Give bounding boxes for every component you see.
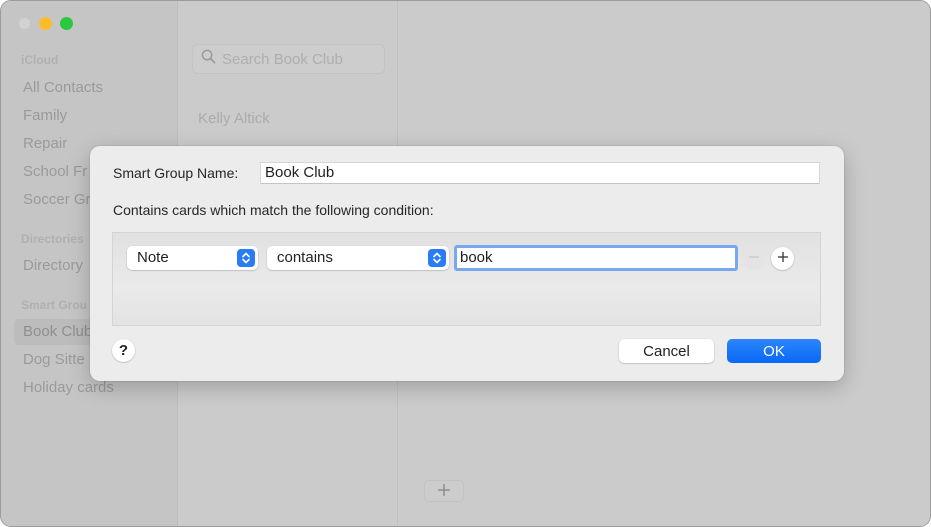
field-popup-value: Note — [137, 249, 169, 266]
sidebar-item-family[interactable]: Family — [23, 107, 67, 124]
cancel-button[interactable]: Cancel — [619, 339, 714, 363]
search-field[interactable]: Search Book Club — [192, 44, 385, 74]
ok-button[interactable]: OK — [727, 339, 821, 363]
sidebar-item-soccer-group[interactable]: Soccer Gr — [23, 191, 91, 208]
minimize-button[interactable] — [39, 17, 52, 30]
sidebar-section-directories: Directories — [21, 232, 84, 246]
chevron-up-down-icon — [237, 249, 255, 267]
search-placeholder: Search Book Club — [222, 50, 343, 68]
add-contact-button[interactable] — [424, 480, 464, 502]
help-icon: ? — [118, 342, 129, 359]
minus-icon — [748, 250, 760, 268]
condition-description: Contains cards which match the following… — [113, 202, 434, 218]
condition-value-field[interactable]: book — [454, 245, 738, 271]
sidebar-section-icloud: iCloud — [21, 53, 59, 67]
contacts-window: iCloud All Contacts Family Repair School… — [0, 0, 931, 527]
contact-list-item[interactable]: Kelly Altick — [198, 110, 270, 127]
help-button[interactable]: ? — [112, 339, 135, 362]
sidebar-item-repair[interactable]: Repair — [23, 135, 67, 152]
search-icon — [201, 49, 216, 69]
chevron-up-down-icon — [428, 249, 446, 267]
sidebar-item-school-friends[interactable]: School Fr — [23, 163, 87, 180]
smart-group-dialog: Smart Group Name: Book Club Contains car… — [90, 146, 844, 381]
window-controls — [18, 17, 73, 30]
remove-condition-button[interactable] — [742, 247, 765, 270]
field-popup[interactable]: Note — [127, 246, 258, 270]
add-condition-button[interactable] — [771, 247, 794, 270]
sidebar-item-dog-sitters[interactable]: Dog Sitte — [23, 351, 85, 368]
conditions-box: Note contains book — [112, 232, 821, 326]
operator-popup[interactable]: contains — [267, 246, 449, 270]
smart-group-name-field[interactable]: Book Club — [260, 162, 820, 184]
plus-icon — [437, 482, 451, 500]
smart-group-name-label: Smart Group Name: — [113, 165, 239, 181]
plus-icon — [777, 250, 789, 268]
operator-popup-value: contains — [277, 249, 333, 266]
zoom-button[interactable] — [60, 17, 73, 30]
sidebar-item-directory[interactable]: Directory — [23, 257, 83, 274]
sidebar-item-book-club[interactable]: Book Club — [23, 323, 92, 340]
sidebar-item-all-contacts[interactable]: All Contacts — [23, 79, 103, 96]
sidebar-item-holiday-cards[interactable]: Holiday cards — [23, 379, 114, 396]
close-button[interactable] — [18, 17, 31, 30]
sidebar-section-smart-groups: Smart Grou — [21, 298, 88, 312]
